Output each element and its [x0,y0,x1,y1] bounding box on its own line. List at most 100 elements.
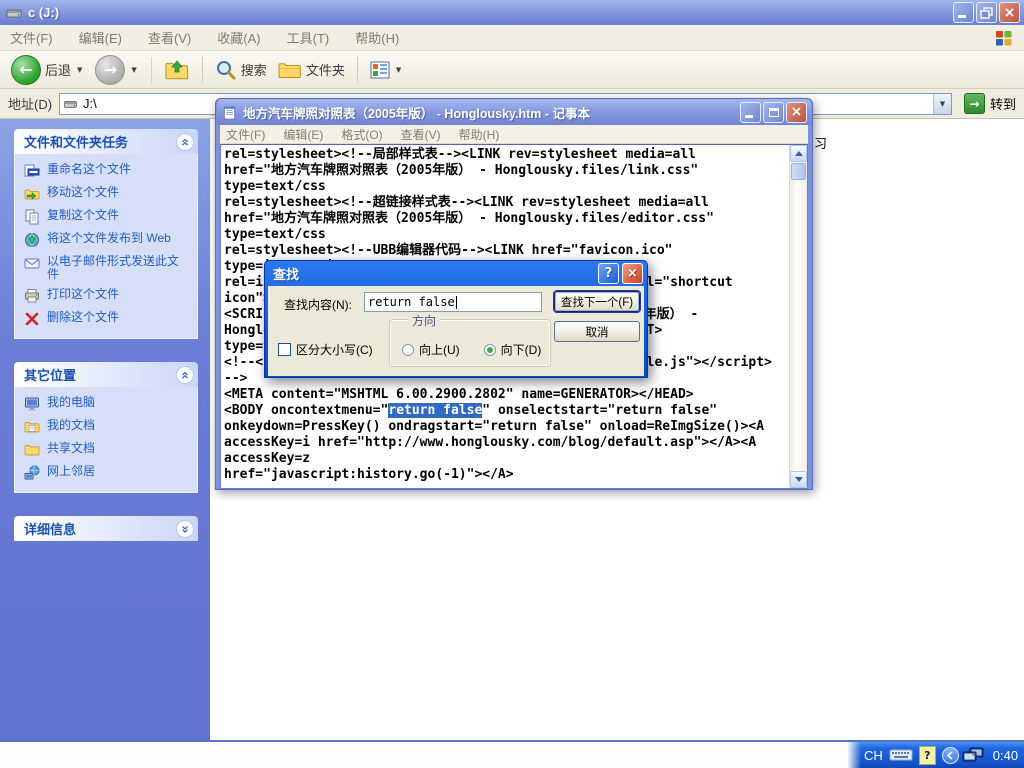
place-network[interactable]: 网上邻居 [24,465,193,481]
task-delete-file[interactable]: 删除这个文件 [24,311,193,327]
find-next-button[interactable]: 查找下一个(F) [554,291,640,312]
task-label: 移动这个文件 [47,186,187,199]
toolbar-separator [357,57,358,83]
file-tasks-header[interactable]: 文件和文件夹任务 [14,129,198,154]
input-language-indicator[interactable]: CH [864,748,883,763]
task-publish-file[interactable]: 将这个文件发布到 Web [24,232,193,248]
menu-file[interactable]: 文件(F) [10,28,53,47]
find-next-label: 查找下一个(F) [561,294,633,310]
taskbar: CH ? 0:40 [0,740,1024,768]
menu-view[interactable]: 查看(V) [148,28,191,47]
close-button[interactable]: × [786,102,807,123]
place-my-computer[interactable]: 我的电脑 [24,396,193,412]
minimize-button[interactable] [740,102,761,123]
place-my-documents[interactable]: 我的文档 [24,419,193,435]
restore-button[interactable] [976,2,997,23]
notepad-text-line: accessKey=z [224,451,789,467]
menu-view[interactable]: 查看(V) [401,126,441,143]
details-header[interactable]: 详细信息 [14,516,198,541]
go-button[interactable]: → 转到 [959,93,1021,114]
direction-up-label: 向上(U) [419,341,460,358]
direction-groupbox: 方向 向上(U) 向下(D) [389,319,551,367]
other-places-header[interactable]: 其它位置 [14,362,198,387]
hide-icons-button[interactable] [942,747,959,764]
network-places-icon [24,465,40,481]
forward-button[interactable]: → ▼ [92,53,141,87]
search-icon [215,59,237,81]
help-button[interactable]: ? [598,263,619,284]
clock[interactable]: 0:40 [993,748,1018,763]
notepad-titlebar[interactable]: 地方汽车牌照对照表（2005年版） - Honglousky.htm - 记事本… [217,99,811,125]
help-glyph: ? [924,749,930,762]
expand-panel-button[interactable] [176,520,194,538]
radio-icon [484,344,496,356]
task-move-file[interactable]: 移动这个文件 [24,186,193,202]
menu-favorites[interactable]: 收藏(A) [217,28,260,47]
shared-documents-icon [24,442,40,458]
maximize-button[interactable] [763,102,784,123]
notepad-text-line: onkeydown=PressKey() ondragstart="return… [224,419,789,435]
place-shared-documents[interactable]: 共享文档 [24,442,193,458]
explorer-titlebar[interactable]: c (J:) × [0,0,1024,25]
chevron-up-icon [180,137,190,147]
notepad-text-line: href="地方汽车牌照对照表（2005年版） - Honglousky.fil… [224,163,789,179]
scrollbar-track[interactable] [790,181,807,471]
collapse-panel-button[interactable] [176,133,194,151]
selected-text: return false [388,403,482,418]
folders-label: 文件夹 [306,60,345,79]
menu-tools[interactable]: 工具(T) [287,28,330,47]
publish-web-icon [24,232,40,248]
explorer-toolbar: ← 后退 ▼ → ▼ 搜索 文件夹 [0,51,1024,89]
menu-edit[interactable]: 编辑(E) [283,126,323,143]
scrollbar-thumb[interactable] [791,163,806,180]
menu-help[interactable]: 帮助(H) [459,126,500,143]
keyboard-icon[interactable] [889,748,913,762]
drive-icon [6,6,22,20]
cancel-button[interactable]: 取消 [554,321,640,342]
menu-help[interactable]: 帮助(H) [355,28,399,47]
find-dialog-titlebar[interactable]: 查找 ? × [268,261,644,286]
task-rename-file[interactable]: 重命名这个文件 [24,163,193,179]
views-dropdown-icon[interactable]: ▼ [396,66,401,74]
vertical-scrollbar[interactable] [789,145,807,488]
task-print-file[interactable]: 打印这个文件 [24,288,193,304]
address-label: 地址(D) [8,94,52,113]
cancel-label: 取消 [586,324,609,340]
menu-format[interactable]: 格式(O) [341,126,382,143]
help-notification-icon[interactable]: ? [919,746,936,765]
network-status-icon[interactable] [961,747,985,764]
close-button[interactable]: × [999,2,1020,23]
notepad-text-line: accessKey=i href="http://www.honglousky.… [224,435,789,451]
close-button[interactable]: × [622,263,643,284]
views-button[interactable]: ▼ [367,59,406,81]
menu-file[interactable]: 文件(F) [226,126,265,143]
collapse-panel-button[interactable] [176,366,194,384]
checkbox-icon [278,343,291,356]
notepad-text-line: href="javascript:history.go(-1)"></A> [224,467,789,483]
address-dropdown-button[interactable]: ▼ [933,94,951,114]
direction-up-radio[interactable]: 向上(U) [402,341,460,358]
up-button[interactable] [161,56,193,84]
system-tray: CH ? 0:40 [848,742,1024,768]
scroll-up-button[interactable] [790,145,807,162]
direction-down-radio[interactable]: 向下(D) [484,341,542,358]
close-icon: × [791,105,803,119]
windows-logo-icon [994,29,1014,47]
maximize-icon [769,108,779,117]
search-button[interactable]: 搜索 [212,57,270,83]
menu-edit[interactable]: 编辑(E) [79,28,122,47]
back-dropdown-icon[interactable]: ▼ [77,66,82,74]
explorer-title: c (J:) [28,5,951,20]
scroll-down-button[interactable] [790,471,807,488]
find-what-input[interactable]: return false [364,292,542,312]
task-email-file[interactable]: 以电子邮件形式发送此文件 [24,255,193,281]
minimize-button[interactable] [953,2,974,23]
details-panel: 详细信息 [14,516,198,541]
chevron-down-icon: ▼ [940,100,945,108]
back-button[interactable]: ← 后退 ▼ [8,53,87,87]
folders-button[interactable]: 文件夹 [275,58,348,82]
partially-hidden-file-label[interactable]: 习 [814,133,827,152]
forward-dropdown-icon[interactable]: ▼ [131,66,136,74]
task-copy-file[interactable]: 复制这个文件 [24,209,193,225]
match-case-checkbox[interactable]: 区分大小写(C) [278,341,373,358]
